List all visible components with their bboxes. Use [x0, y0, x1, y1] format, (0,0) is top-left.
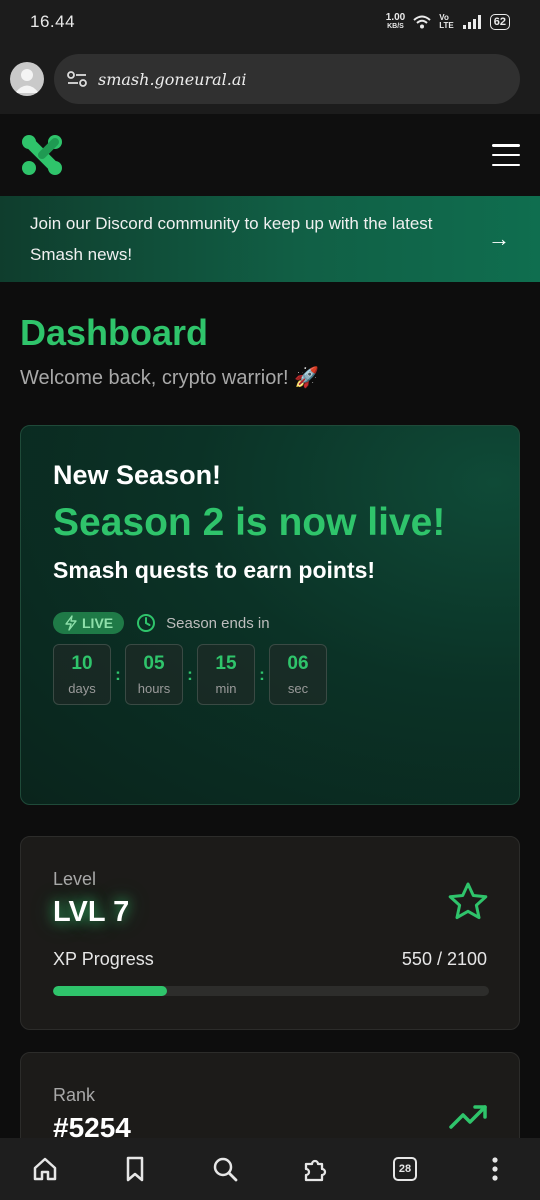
- hamburger-menu-icon[interactable]: [492, 144, 520, 166]
- countdown-separator: :: [115, 664, 121, 684]
- season-card: New Season! Season 2 is now live! Smash …: [20, 425, 520, 805]
- tabs-icon[interactable]: 28: [380, 1144, 430, 1194]
- countdown-value: 05: [143, 653, 165, 674]
- site-header: [0, 114, 540, 196]
- countdown-hours: 05 hours: [125, 644, 183, 705]
- browser-toolbar: smash.goneural.ai: [0, 44, 540, 114]
- discord-banner[interactable]: Join our Discord community to keep up wi…: [0, 196, 540, 282]
- browser-bottom-nav: 28: [0, 1138, 540, 1200]
- countdown-unit: min: [215, 681, 237, 696]
- network-speed-value: 1.00: [385, 12, 406, 23]
- wifi-icon: [413, 15, 431, 29]
- volte-indicator: Vo LTE: [439, 14, 454, 30]
- more-menu-icon[interactable]: [470, 1144, 520, 1194]
- xp-progress-fill: [53, 986, 168, 996]
- lightning-icon: [65, 615, 77, 631]
- signal-icon: [462, 15, 481, 29]
- season-subline: Smash quests to earn points!: [53, 557, 376, 583]
- countdown-seconds: 06 sec: [269, 644, 327, 705]
- page-subtitle: Welcome back, crypto warrior! 🚀: [20, 367, 320, 389]
- countdown-unit: sec: [287, 681, 309, 696]
- extensions-icon[interactable]: [290, 1144, 340, 1194]
- xp-label: XP Progress: [53, 949, 154, 969]
- status-bar: 16.44 1.00 KB/S Vo LTE 62: [0, 0, 540, 44]
- volte-bottom: LTE: [439, 21, 454, 30]
- countdown-timer: 10 days : 05 hours : 15 min : 06 sec: [53, 644, 487, 705]
- level-card: Level LVL 7 XP Progress 550 / 2100: [20, 836, 520, 1030]
- rank-label: Rank: [53, 1085, 96, 1105]
- season-ends-label: Season ends in: [166, 614, 270, 632]
- arrow-right-icon[interactable]: →: [488, 226, 510, 252]
- url-text[interactable]: smash.goneural.ai: [98, 70, 247, 89]
- season-kicker: New Season!: [53, 460, 222, 490]
- bookmark-icon[interactable]: [110, 1144, 160, 1194]
- site-settings-icon[interactable]: [66, 70, 88, 88]
- season-meta: LIVE Season ends in: [53, 612, 487, 634]
- tab-count: 28: [393, 1157, 417, 1181]
- countdown-days: 10 days: [53, 644, 111, 705]
- star-icon: [448, 882, 488, 920]
- page-title: Dashboard: [20, 312, 209, 353]
- search-icon[interactable]: [200, 1144, 250, 1194]
- network-speed-unit: KB/S: [387, 23, 404, 30]
- battery-indicator: 62: [489, 14, 510, 30]
- countdown-value: 10: [71, 653, 93, 674]
- level-label: Level: [53, 869, 97, 889]
- xp-value: 550 / 2100: [401, 949, 487, 969]
- live-badge-label: LIVE: [82, 615, 114, 631]
- discord-banner-text: Join our Discord community to keep up wi…: [30, 214, 433, 264]
- live-badge: LIVE: [53, 612, 125, 634]
- smash-logo-icon[interactable]: [20, 133, 64, 177]
- season-headline: Season 2 is now live!: [53, 501, 446, 544]
- status-indicators: 1.00 KB/S Vo LTE 62: [386, 13, 510, 31]
- address-bar[interactable]: smash.goneural.ai: [54, 54, 520, 104]
- home-icon[interactable]: [20, 1144, 70, 1194]
- countdown-unit: hours: [137, 681, 171, 696]
- account-avatar-icon[interactable]: [10, 62, 44, 96]
- countdown-value: 15: [215, 653, 237, 674]
- countdown-separator: :: [187, 664, 193, 684]
- xp-row: XP Progress 550 / 2100: [53, 949, 487, 970]
- level-value: LVL 7: [53, 896, 130, 928]
- xp-progress-bar: [53, 986, 489, 996]
- trending-up-icon: [449, 1105, 487, 1129]
- countdown-unit: days: [68, 681, 96, 696]
- status-time: 16.44: [30, 12, 76, 31]
- clock-icon: [137, 614, 156, 632]
- countdown-value: 06: [287, 653, 309, 674]
- countdown-separator: :: [259, 664, 265, 684]
- network-speed: 1.00 KB/S: [386, 13, 405, 31]
- countdown-minutes: 15 min: [197, 644, 255, 705]
